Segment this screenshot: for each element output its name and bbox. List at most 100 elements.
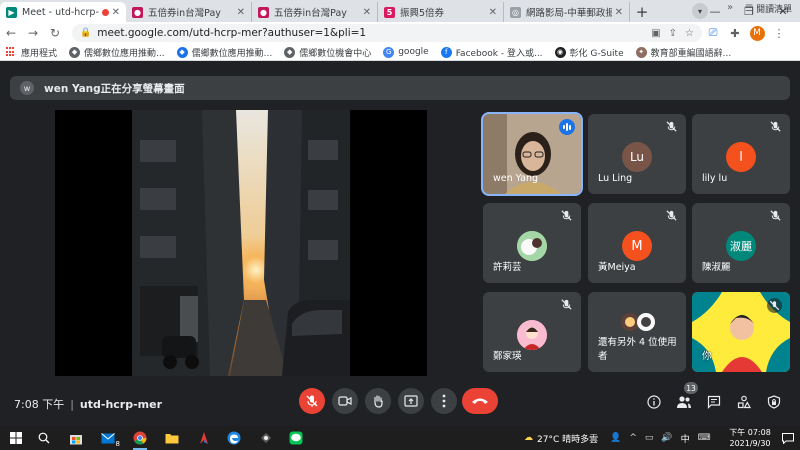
weather-text[interactable]: 27°C 晴時多雲 <box>537 432 598 445</box>
self-tile[interactable]: 你 <box>692 292 790 372</box>
bookmarks-bar: 應用程式 ◆ 儒鄉數位應用推動... ◆ 儒鄉數位應用推動... ◆ 儒鄉數位機… <box>0 44 800 61</box>
mic-toggle-button[interactable] <box>299 388 325 414</box>
more-vert-icon <box>442 394 446 408</box>
camera-toggle-button[interactable] <box>332 388 358 414</box>
mail-icon[interactable]: 8 <box>98 428 120 448</box>
participant-tile-meiya[interactable]: M 黃Meiya <box>588 203 686 283</box>
participant-tile-hsu[interactable]: 許莉芸 <box>483 203 581 283</box>
host-controls-button[interactable] <box>765 393 783 411</box>
new-tab-button[interactable]: + <box>630 2 654 22</box>
chrome-icon[interactable] <box>130 428 150 450</box>
share-icon[interactable]: ⇪ <box>669 28 677 39</box>
taiwanpay-favicon-icon: ● <box>132 6 143 18</box>
people-icon[interactable]: 👤 <box>610 433 621 443</box>
reload-icon[interactable]: ↻ <box>44 22 66 44</box>
tab-voucher[interactable]: 5 振興5倍券 ✕ <box>378 2 504 22</box>
clock-date: 2021/9/30 <box>729 439 771 448</box>
ime-indicator[interactable]: 中 <box>681 432 690 445</box>
file-explorer-icon[interactable] <box>162 428 182 448</box>
notification-icon[interactable] <box>778 428 798 448</box>
forward-icon[interactable]: → <box>22 22 44 44</box>
chevron-up-icon[interactable]: ^ <box>629 433 637 443</box>
raise-hand-button[interactable] <box>365 388 391 414</box>
line-icon[interactable] <box>286 428 306 448</box>
cast-icon[interactable]: ⎚ <box>702 22 724 44</box>
others-label: 還有另外 4 位使用者 <box>598 337 677 362</box>
bookmarks-more-button[interactable]: » <box>727 2 733 13</box>
edge-icon[interactable] <box>224 428 244 448</box>
store-icon[interactable] <box>66 428 86 448</box>
bookmark-label: Facebook - 登入或... <box>455 48 543 59</box>
participant-tile-chen[interactable]: 淑麗 陳淑麗 <box>692 203 790 283</box>
bookmark-star-icon[interactable]: ☆ <box>685 28 694 39</box>
more-options-button[interactable] <box>431 388 457 414</box>
meeting-details-button[interactable] <box>645 393 663 411</box>
hand-icon <box>374 395 383 408</box>
participant-tile-lily-lu[interactable]: l lily lu <box>692 114 790 194</box>
bookmark-apps[interactable]: 應用程式 <box>6 46 57 59</box>
ime-mode-icon[interactable]: ⌨ <box>698 433 711 443</box>
bookmark-item[interactable]: ◆ 儒鄉數位應用推動... <box>176 46 272 59</box>
menu-icon[interactable]: ⋮ <box>768 22 790 44</box>
extensions-icon[interactable]: ✚ <box>724 22 746 44</box>
close-icon[interactable]: ✕ <box>237 7 245 18</box>
close-icon[interactable]: ✕ <box>615 7 623 18</box>
bookmark-gsuite[interactable]: ◉ 彰化 G-Suite <box>554 46 624 59</box>
close-icon[interactable]: ✕ <box>112 7 120 18</box>
present-screen-button[interactable] <box>398 388 424 414</box>
network-icon[interactable]: ▭ <box>645 433 654 443</box>
site-icon: ✦ <box>635 46 647 58</box>
tab-post[interactable]: ◎ 網路影局-中華郵政振興五 ✕ <box>504 2 630 22</box>
profile-photo <box>621 313 655 331</box>
address-bar[interactable]: 🔒 meet.google.com/utd-hcrp-mer?authuser=… <box>72 24 702 42</box>
site-icon: ◉ <box>554 46 566 58</box>
participant-tile-wen-yang[interactable]: wen Yang <box>481 112 583 196</box>
others-tile[interactable]: 還有另外 4 位使用者 <box>588 292 686 372</box>
bookmark-item[interactable]: ◆ 儒鄉數位應用推動... <box>69 46 165 59</box>
participants-button[interactable] <box>675 393 693 411</box>
site-icon: ◆ <box>176 46 188 58</box>
site-icon: ◆ <box>284 46 296 58</box>
tab-taiwanpay-2[interactable]: ● 五倍券in台灣Pay ✕ <box>252 2 378 22</box>
avatar <box>517 320 547 350</box>
participant-tile-cheng[interactable]: 鄭家瑛 <box>483 292 581 372</box>
profile-photo <box>517 320 547 350</box>
separator: | <box>70 398 74 411</box>
close-icon[interactable]: ✕ <box>489 7 497 18</box>
app-icon[interactable] <box>256 428 276 448</box>
back-icon[interactable]: ← <box>0 22 22 44</box>
shared-screen[interactable] <box>55 110 427 376</box>
bookmark-label: 應用程式 <box>21 48 58 59</box>
bookmark-item[interactable]: ◆ 儒鄉數位機會中心 <box>284 46 371 59</box>
meeting-time: 7:08 下午 <box>14 398 65 411</box>
mic-off-icon <box>770 121 781 132</box>
participant-tile-lu-ling[interactable]: Lu Lu Ling <box>588 114 686 194</box>
tab-taiwanpay-1[interactable]: ● 五倍券in台灣Pay ✕ <box>126 2 252 22</box>
system-clock[interactable]: 下午 07:08 2021/9/30 <box>722 427 778 449</box>
chat-button[interactable] <box>705 393 723 411</box>
activities-button[interactable] <box>735 393 753 411</box>
browser-toolbar: ← → ↻ 🔒 meet.google.com/utd-hcrp-mer?aut… <box>0 22 800 44</box>
volume-icon[interactable]: 🔊 <box>661 433 672 443</box>
leave-call-button[interactable] <box>462 388 498 414</box>
participant-name: 許莉芸 <box>493 262 522 273</box>
meeting-info: 7:08 下午 | utd-hcrp-mer <box>14 396 162 412</box>
camera-in-use-icon[interactable]: ▣ <box>651 28 660 39</box>
bookmark-facebook[interactable]: f Facebook - 登入或... <box>440 46 543 59</box>
close-icon[interactable]: ✕ <box>363 7 371 18</box>
weather-icon: ☁ <box>524 433 533 443</box>
bookmark-label: 教育部重編國語辭... <box>650 48 732 59</box>
bookmark-dictionary[interactable]: ✦ 教育部重編國語辭... <box>635 46 732 59</box>
mic-off-icon <box>561 210 572 221</box>
tab-meet[interactable]: ▶ Meet - utd-hcrp-mer ✕ <box>0 2 126 22</box>
windows-start-icon[interactable] <box>6 428 26 448</box>
reading-list-label: 閱讀清單 <box>756 5 793 15</box>
tab-title: Meet - utd-hcrp-mer <box>22 6 99 18</box>
app-icon[interactable] <box>194 428 214 448</box>
reading-list-button[interactable]: ☰ 閱讀清單 <box>745 2 793 16</box>
search-icon[interactable] <box>34 428 54 448</box>
clock-time: 下午 07:08 <box>729 428 771 437</box>
profile-button[interactable]: M <box>746 22 768 44</box>
bookmark-google[interactable]: G google <box>383 46 429 58</box>
present-screen-icon <box>404 395 418 407</box>
